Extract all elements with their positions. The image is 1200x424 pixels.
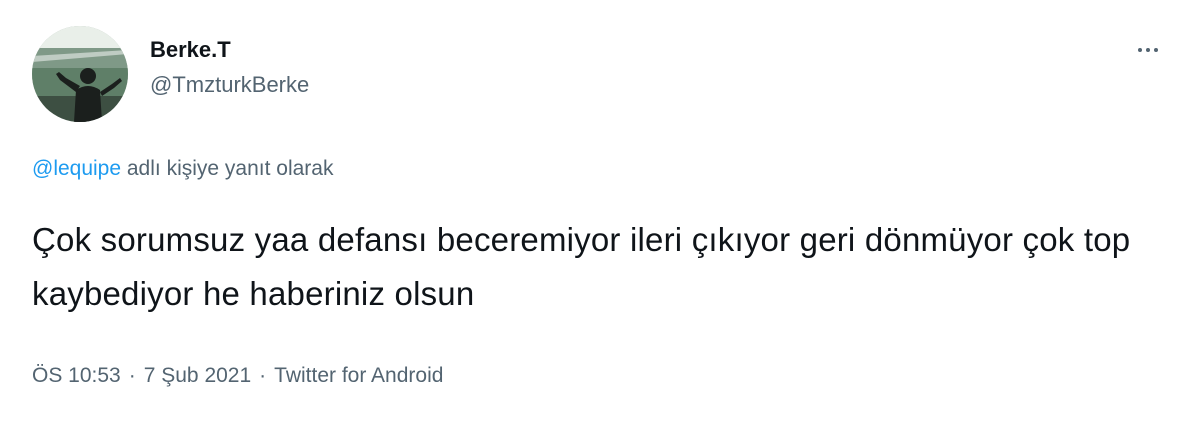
user-info: Berke.T @TmzturkBerke	[150, 36, 309, 100]
reply-mention-link[interactable]: @lequipe	[32, 157, 121, 180]
dot	[1154, 48, 1158, 52]
display-name[interactable]: Berke.T	[150, 36, 309, 64]
reply-context: @lequipe adlı kişiye yanıt olarak	[32, 153, 333, 185]
tweet-source-link[interactable]: Twitter for Android	[274, 364, 443, 387]
reply-context-text: adlı kişiye yanıt olarak	[121, 157, 334, 180]
tweet-text: Çok sorumsuz yaa defansı beceremiyor ile…	[32, 221, 1131, 312]
dot	[1146, 48, 1150, 52]
avatar-image	[32, 26, 128, 122]
more-options-icon[interactable]	[1128, 34, 1168, 66]
tweet-time-link[interactable]: ÖS 10:53	[32, 364, 121, 387]
avatar[interactable]	[32, 26, 128, 122]
tweet-header: Berke.T @TmzturkBerke	[32, 26, 1176, 122]
tweet-card: Berke.T @TmzturkBerke @lequipe adlı kişi…	[0, 0, 1200, 424]
tweet-metadata: ÖS 10:53 · 7 Şub 2021 · Twitter for Android	[32, 360, 443, 392]
meta-separator: ·	[259, 364, 267, 387]
dot	[1138, 48, 1142, 52]
tweet-date-link[interactable]: 7 Şub 2021	[144, 364, 251, 387]
meta-separator: ·	[128, 364, 136, 387]
user-handle[interactable]: @TmzturkBerke	[150, 70, 309, 100]
